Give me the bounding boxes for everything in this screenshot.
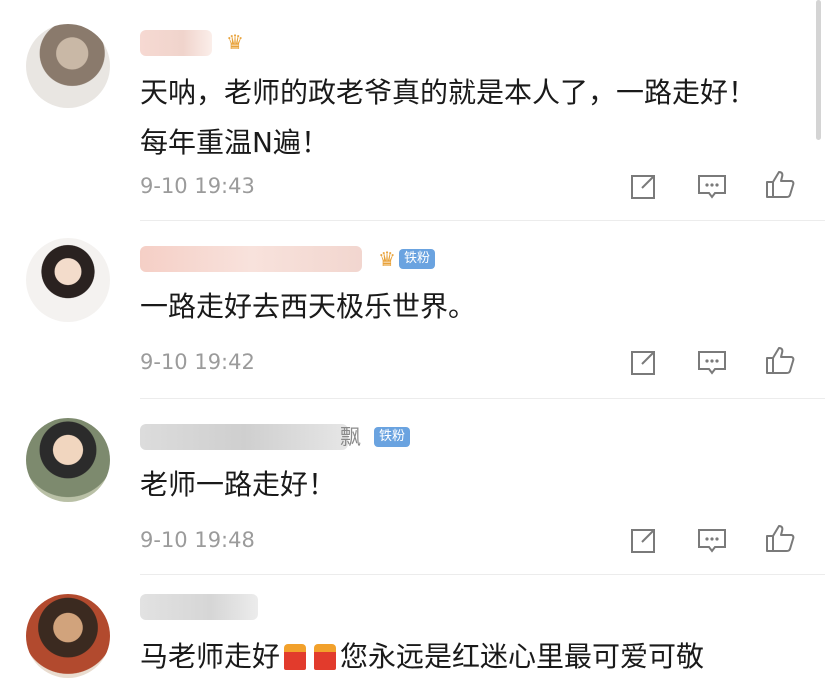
comment-text-part: 马老师走好 bbox=[140, 640, 281, 673]
divider bbox=[140, 398, 825, 399]
comment-icon[interactable] bbox=[696, 524, 728, 556]
comment-icon[interactable] bbox=[696, 170, 728, 202]
username[interactable] bbox=[140, 594, 258, 620]
scrollbar[interactable] bbox=[816, 0, 821, 140]
comment-icon[interactable] bbox=[696, 346, 728, 378]
candle-icon bbox=[284, 644, 307, 670]
comment-text: 一路走好去西天极乐世界。 bbox=[140, 290, 477, 323]
divider bbox=[140, 220, 825, 221]
username[interactable] bbox=[140, 246, 362, 272]
candle-icon bbox=[314, 644, 337, 670]
comment-time: 9-10 19:42 bbox=[140, 350, 255, 374]
crown-icon: ♛ bbox=[226, 30, 244, 54]
comment-text: 老师一路走好！ bbox=[140, 468, 337, 501]
comment-time: 9-10 19:48 bbox=[140, 528, 255, 552]
like-icon[interactable] bbox=[764, 168, 796, 200]
share-icon[interactable] bbox=[628, 524, 660, 556]
share-icon[interactable] bbox=[628, 170, 660, 202]
comment-text-part: 您永远是红迷心里最可爱可敬 bbox=[340, 640, 705, 673]
username-suffix[interactable]: 飘 bbox=[340, 424, 361, 450]
username[interactable] bbox=[140, 424, 348, 450]
username[interactable] bbox=[140, 30, 212, 56]
fan-badge: 铁粉 bbox=[374, 427, 411, 447]
crown-icon: ♛ bbox=[378, 247, 396, 271]
comment-text: 马老师走好 您永远是红迷心里最可爱可敬 bbox=[140, 632, 780, 682]
avatar[interactable] bbox=[26, 24, 110, 108]
share-icon[interactable] bbox=[628, 346, 660, 378]
comment-text: 天呐，老师的政老爷真的就是本人了，一路走好！每年重温N遍！ bbox=[140, 76, 757, 159]
comment-time: 9-10 19:43 bbox=[140, 174, 255, 198]
divider bbox=[140, 574, 825, 575]
like-icon[interactable] bbox=[764, 522, 796, 554]
avatar[interactable] bbox=[26, 238, 110, 322]
like-icon[interactable] bbox=[764, 344, 796, 376]
avatar[interactable] bbox=[26, 594, 110, 678]
avatar[interactable] bbox=[26, 418, 110, 502]
fan-badge: 铁粉 bbox=[399, 249, 436, 269]
